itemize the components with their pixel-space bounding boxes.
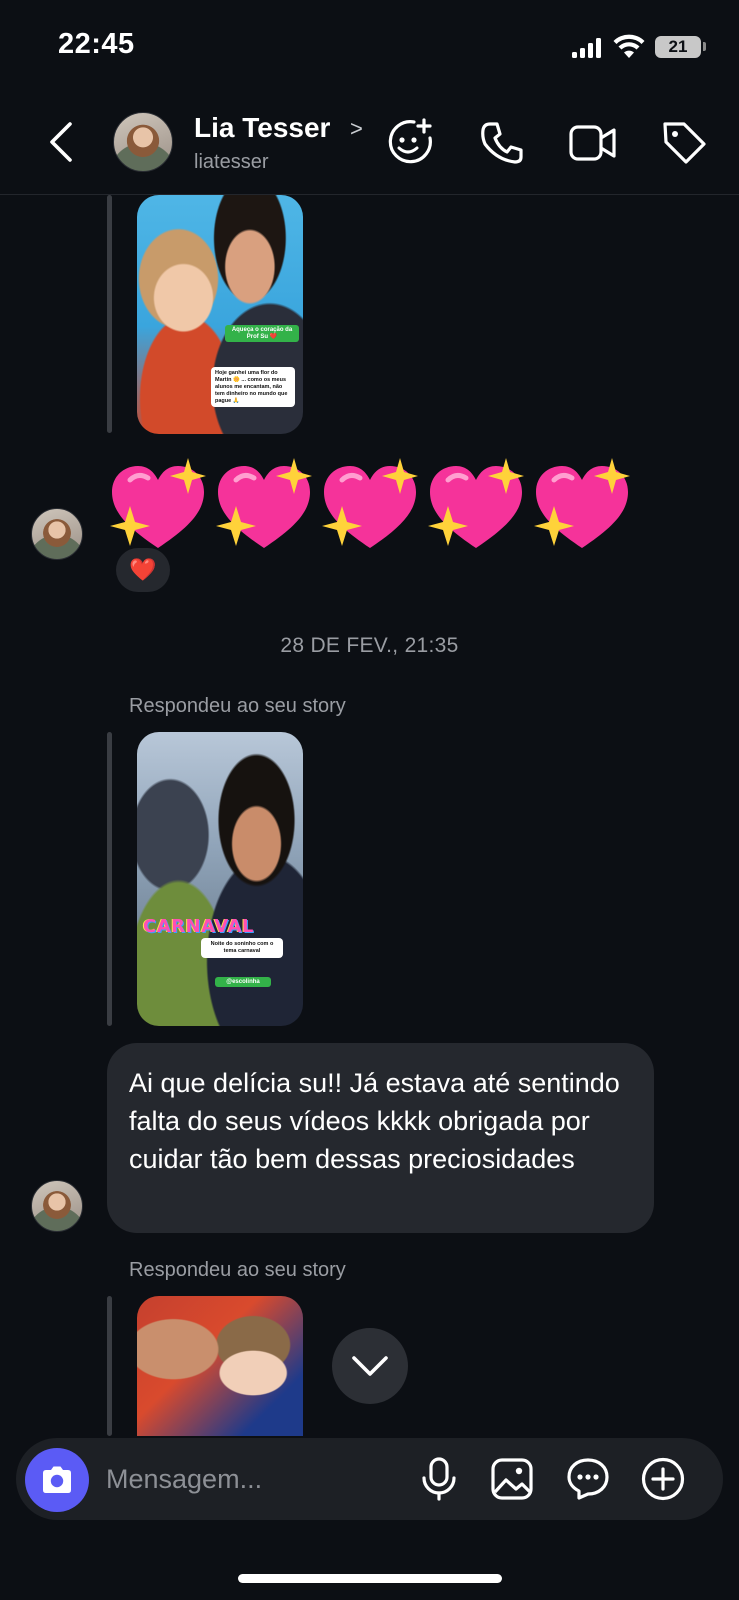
contact-name[interactable]: Lia Tesser — [194, 112, 330, 144]
sparkling-heart-icon — [216, 458, 312, 548]
microphone-icon[interactable] — [419, 1456, 459, 1502]
story-thread-line — [107, 195, 112, 433]
story-caption-text: Hoje ganhei uma flor do Martin 🌼 ... com… — [211, 367, 295, 408]
sender-avatar[interactable] — [31, 508, 83, 560]
message-input[interactable] — [106, 1458, 396, 1500]
story-thumbnail[interactable]: CARNAVAL Noite do soninho com o tema car… — [137, 732, 303, 1026]
sender-avatar[interactable] — [31, 1180, 83, 1232]
message-bubble[interactable]: Ai que delícia su!! Já estava até sentin… — [107, 1043, 654, 1233]
contact-avatar[interactable] — [113, 112, 173, 172]
battery-level: 21 — [668, 37, 688, 56]
chat-header — [0, 95, 739, 195]
story-mention-tag: @escolinha — [215, 977, 271, 987]
story-reply-label: Respondeu ao seu story — [129, 695, 346, 717]
back-arrow-icon[interactable] — [44, 120, 78, 164]
scroll-to-bottom-button[interactable] — [332, 1328, 408, 1404]
sparkling-heart-icon — [322, 458, 418, 548]
contact-handle: liatesser — [194, 151, 269, 173]
story-thumbnail[interactable] — [137, 1296, 303, 1436]
story-thread-line — [107, 732, 112, 1026]
sticker-chat-icon[interactable] — [565, 1456, 611, 1502]
date-separator: 28 DE FEV., 21:35 — [280, 634, 459, 657]
status-time: 22:45 — [58, 28, 135, 60]
camera-button[interactable] — [25, 1448, 89, 1512]
video-camera-icon[interactable] — [568, 121, 618, 165]
sparkling-heart-icon — [534, 458, 630, 548]
home-indicator — [238, 1574, 502, 1583]
sparkling-heart-icon — [428, 458, 524, 548]
story-caption-text: Noite do soninho com o tema carnaval — [201, 938, 283, 958]
battery-icon: 21 — [655, 36, 701, 58]
gallery-icon[interactable] — [489, 1456, 535, 1502]
camera-icon — [43, 1466, 71, 1493]
story-caption-tag: Aqueça o coração da Prof Su ❤️ — [225, 325, 299, 342]
message-text: Ai que delícia su!! Já estava até sentin… — [129, 1068, 620, 1174]
story-thumbnail[interactable]: Aqueça o coração da Prof Su ❤️ Hoje ganh… — [137, 195, 303, 434]
contact-chevron-icon[interactable]: > — [350, 116, 363, 142]
tag-icon[interactable] — [660, 118, 708, 166]
add-icon[interactable] — [640, 1456, 686, 1502]
wifi-icon — [613, 34, 645, 58]
story-overlay-title: CARNAVAL — [143, 916, 254, 937]
chevron-down-icon — [352, 1356, 388, 1376]
signal-icon — [572, 38, 602, 58]
heart-reaction-icon: ❤️ — [129, 557, 157, 582]
story-thread-line — [107, 1296, 112, 1436]
story-reply-label: Respondeu ao seu story — [129, 1259, 346, 1281]
reaction-badge[interactable]: ❤️ — [116, 548, 170, 592]
sticker-add-icon[interactable] — [384, 116, 436, 168]
sparkling-heart-icon — [110, 458, 206, 548]
phone-icon[interactable] — [479, 120, 525, 166]
battery-cap — [703, 42, 706, 51]
